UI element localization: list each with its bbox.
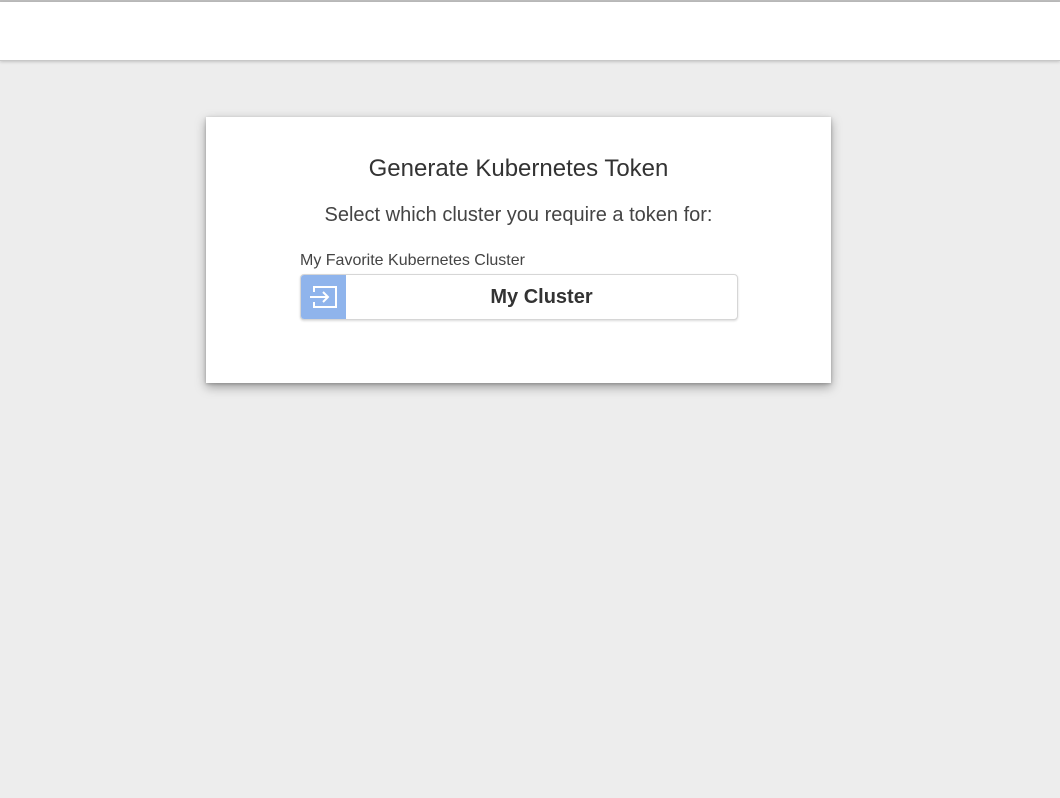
top-header-bar — [0, 2, 1060, 61]
login-icon — [301, 275, 346, 319]
card-subtitle: Select which cluster you require a token… — [324, 204, 713, 226]
cluster-button-label: My Cluster — [490, 285, 593, 308]
cluster-label: My Favorite Kubernetes Cluster — [300, 252, 525, 269]
card-title: Generate Kubernetes Token — [368, 155, 669, 182]
cluster-login-button[interactable]: My Cluster — [300, 274, 738, 320]
token-card: Generate Kubernetes Token Select which c… — [206, 117, 831, 383]
